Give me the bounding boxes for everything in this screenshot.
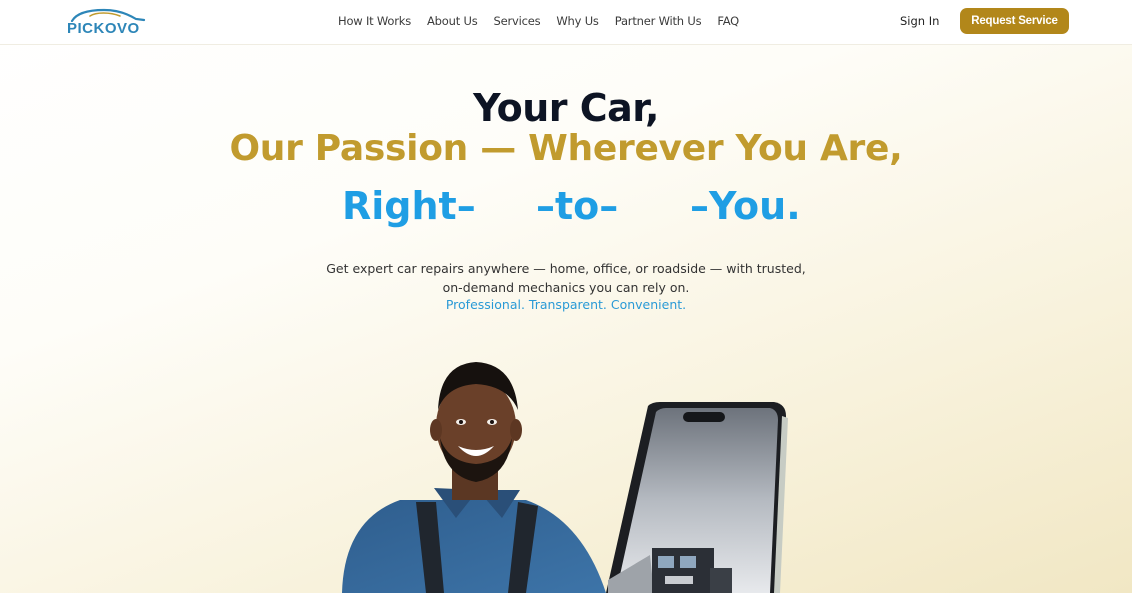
hero-illustration bbox=[342, 362, 788, 593]
nav-why-us[interactable]: Why Us bbox=[556, 14, 599, 28]
nav-faq[interactable]: FAQ bbox=[717, 14, 739, 28]
sign-in-link[interactable]: Sign In bbox=[900, 14, 939, 28]
hero-word-right: Right– bbox=[342, 184, 476, 228]
hero-word-to: –to– bbox=[536, 184, 619, 228]
brand-logo[interactable]: PICKOVO bbox=[66, 8, 146, 37]
request-service-button[interactable]: Request Service bbox=[960, 8, 1069, 34]
nav-partner-with-us[interactable]: Partner With Us bbox=[615, 14, 702, 28]
mechanic-illustration bbox=[342, 362, 606, 593]
nav-about-us[interactable]: About Us bbox=[427, 14, 478, 28]
hero-headline-line2: Our Passion — Wherever You Are, bbox=[229, 128, 903, 169]
hero-word-you: –You. bbox=[690, 184, 801, 228]
main-nav: How It Works About Us Services Why Us Pa… bbox=[338, 14, 739, 28]
hero-tagline: Professional. Transparent. Convenient. bbox=[445, 297, 687, 312]
site-header: PICKOVO How It Works About Us Services W… bbox=[0, 0, 1132, 45]
logo-text: PICKOVO bbox=[67, 20, 140, 37]
nav-how-it-works[interactable]: How It Works bbox=[338, 14, 411, 28]
hero-headline-line1: Your Car, bbox=[473, 86, 659, 130]
nav-services[interactable]: Services bbox=[493, 14, 540, 28]
hero-subtitle: Get expert car repairs anywhere — home, … bbox=[326, 261, 806, 295]
hero-animated-words: Right– –to– –You. bbox=[340, 184, 801, 234]
